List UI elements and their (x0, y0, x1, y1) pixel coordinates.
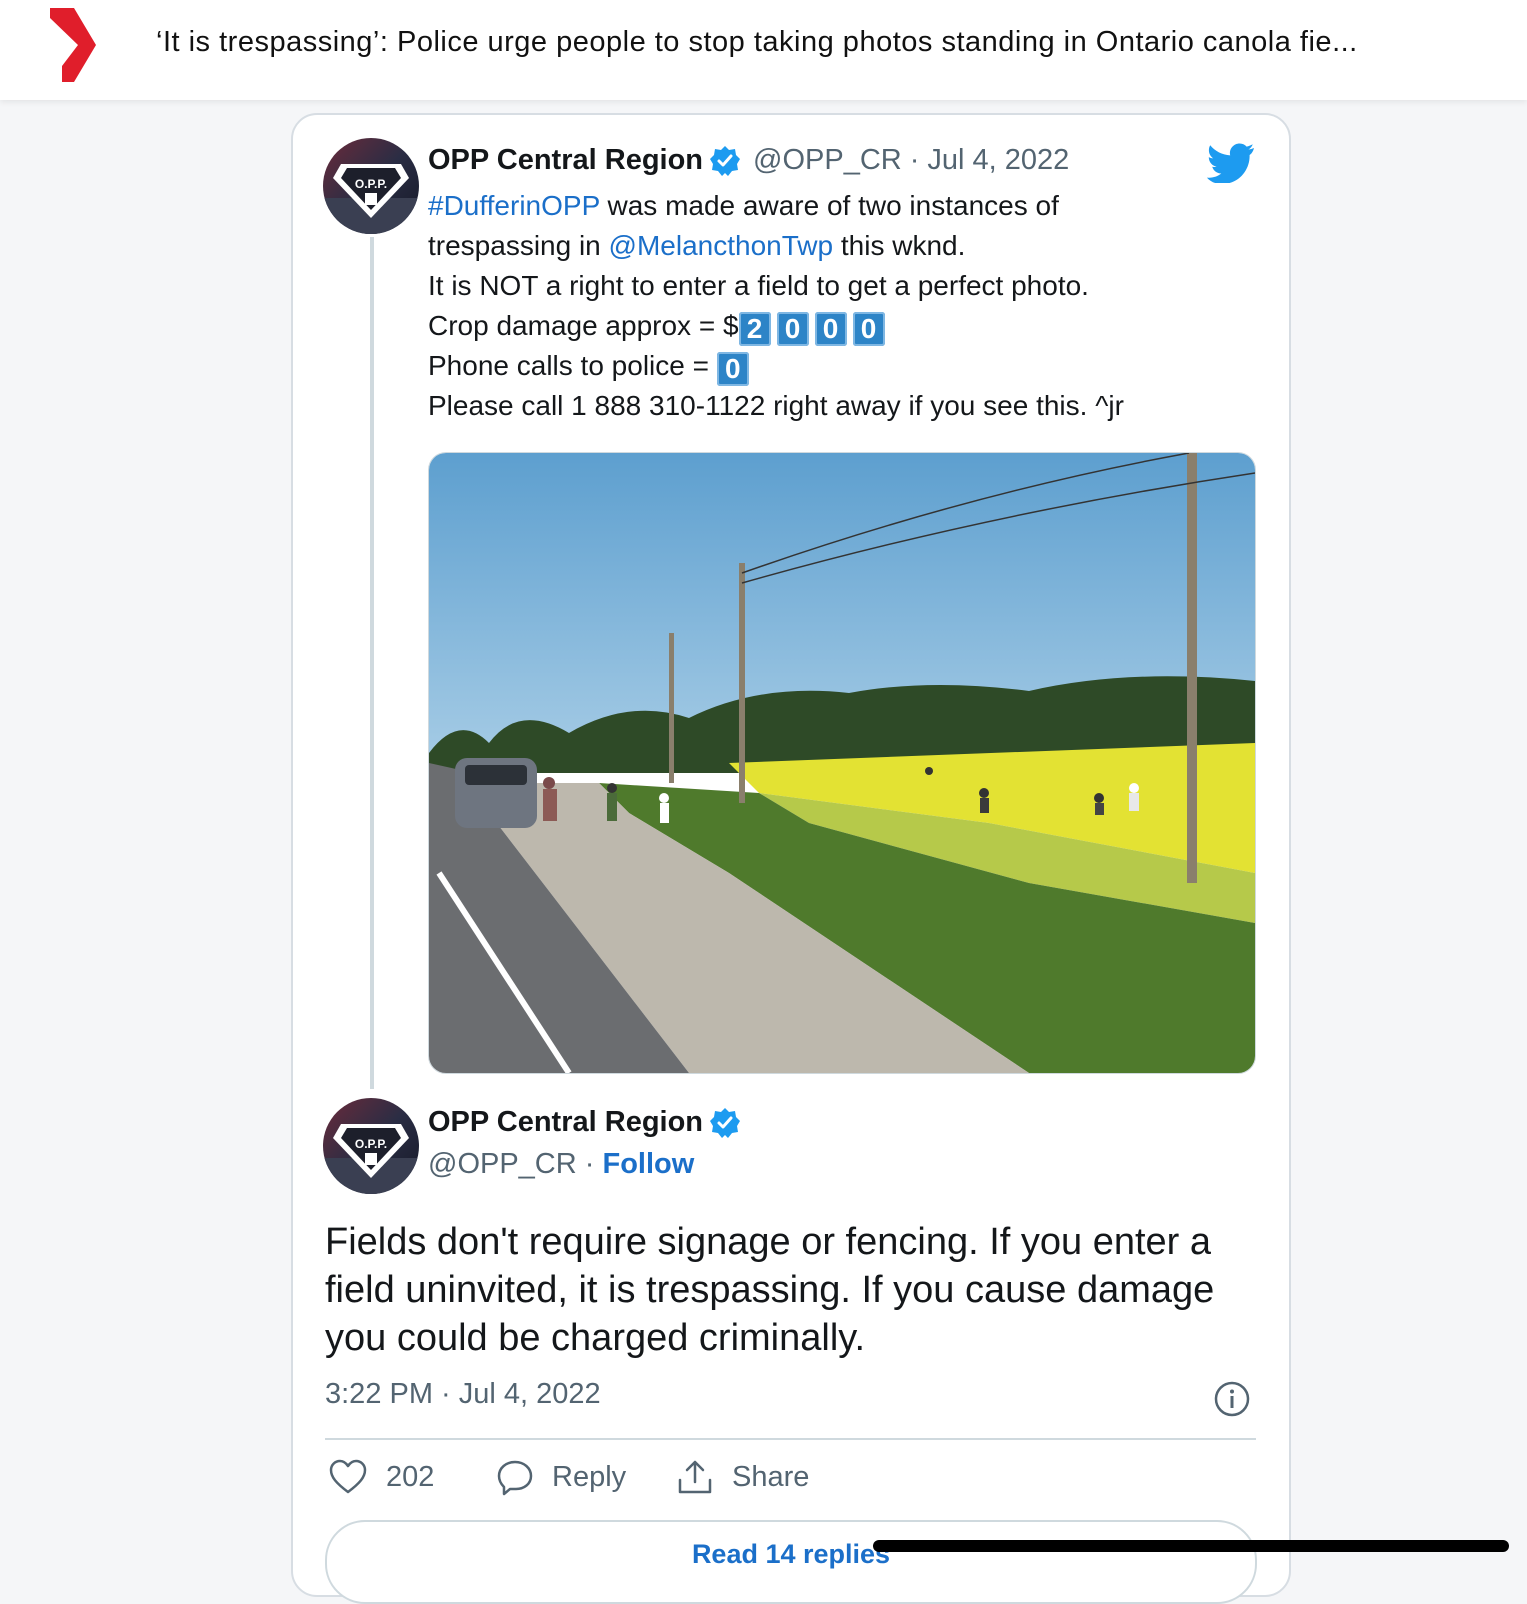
mention-link[interactable]: @MelancthonTwp (609, 230, 834, 261)
like-count: 202 (386, 1460, 435, 1493)
reply-button[interactable]: Reply (496, 1458, 626, 1496)
keycap-digit: 0 (814, 312, 847, 346)
keycap-digit: 0 (852, 312, 885, 346)
handle-separator: · (584, 1148, 595, 1180)
reply-handle-row: @OPP_CR · Follow (428, 1148, 694, 1181)
keycap-digit: 2 (738, 312, 771, 346)
brand-logo-icon[interactable] (48, 8, 98, 82)
tweet-line-2: trespassing in @MelancthonTwp this wknd. (428, 230, 966, 261)
tweet-line-3: It is NOT a right to enter a field to ge… (428, 270, 1089, 301)
author-handle[interactable]: @OPP_CR (753, 144, 902, 177)
tweet-line-4: Crop damage approx = $2 0 0 0 (428, 306, 1228, 346)
article-header-bar: ‘It is trespassing’: Police urge people … (0, 0, 1527, 100)
divider (325, 1438, 1256, 1440)
reply-author-row: OPP Central Region (428, 1106, 741, 1139)
author-name[interactable]: OPP Central Region (428, 144, 703, 177)
read-replies-button[interactable]: Read 14 replies (325, 1520, 1257, 1604)
svg-text:O.P.P.: O.P.P. (355, 1137, 387, 1151)
avatar[interactable]: O.P.P. (323, 1098, 419, 1194)
tweet-timestamp[interactable]: 3:22 PM · Jul 4, 2022 (325, 1378, 601, 1411)
author-handle[interactable]: @OPP_CR (428, 1148, 577, 1180)
tweet-body-text: Fields don't require signage or fencing.… (325, 1221, 1215, 1359)
tweet-line-6: Please call 1 888 310-1122 right away if… (428, 390, 1124, 421)
verified-badge-icon (710, 145, 741, 176)
article-headline[interactable]: ‘It is trespassing’: Police urge people … (156, 24, 1511, 60)
share-label: Share (732, 1460, 810, 1493)
reply-label: Reply (552, 1460, 627, 1493)
reply-bubble-icon (497, 1460, 533, 1496)
keycap-digit: 0 (716, 352, 749, 386)
date-separator: · (909, 144, 920, 176)
tweet-photo[interactable] (428, 452, 1256, 1074)
share-icon (678, 1460, 712, 1494)
info-icon[interactable] (1213, 1380, 1251, 1418)
tweet-line-1: #DufferinOPP was made aware of two insta… (428, 190, 1059, 221)
tweet-author-row: OPP Central Region @OPP_CR · Jul 4, 2022 (428, 144, 1069, 177)
avatar[interactable]: O.P.P. (323, 138, 419, 234)
verified-badge-icon (710, 1107, 741, 1138)
keycap-digit: 0 (776, 312, 809, 346)
like-button[interactable]: 202 (328, 1458, 434, 1496)
tweet-date[interactable]: Jul 4, 2022 (927, 144, 1069, 177)
thread-connector-line (370, 237, 374, 1089)
share-button[interactable]: Share (676, 1458, 809, 1496)
heart-icon (329, 1459, 367, 1494)
home-indicator[interactable] (873, 1540, 1509, 1552)
quoted-tweet-text: #DufferinOPP was made aware of two insta… (428, 186, 1228, 426)
author-name[interactable]: OPP Central Region (428, 1106, 703, 1139)
twitter-bird-icon[interactable] (1207, 143, 1255, 183)
hashtag-link[interactable]: #DufferinOPP (428, 190, 600, 221)
tweet-line-5: Phone calls to police = 0 (428, 346, 1228, 386)
svg-text:O.P.P.: O.P.P. (355, 177, 387, 191)
follow-button[interactable]: Follow (603, 1148, 695, 1180)
